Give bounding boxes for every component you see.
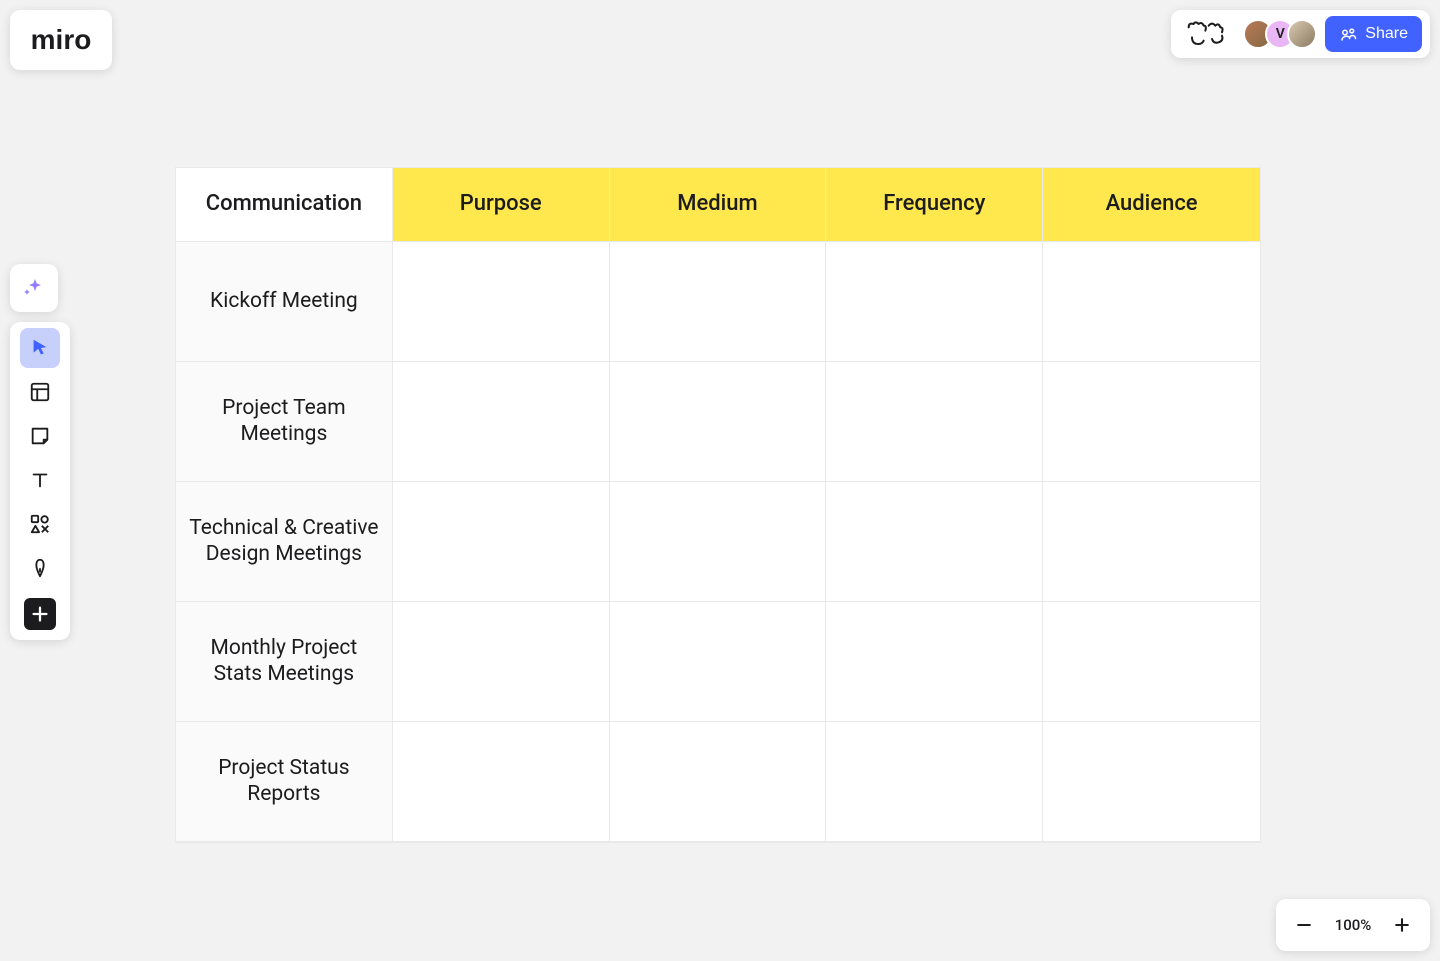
table-cell[interactable]	[1043, 242, 1260, 362]
table-row-label[interactable]: Project Status Reports	[176, 722, 393, 842]
table-cell[interactable]	[1043, 362, 1260, 482]
table-cell[interactable]	[1043, 722, 1260, 842]
table-cell[interactable]	[393, 242, 610, 362]
table-cell[interactable]	[610, 482, 827, 602]
sparkle-icon	[22, 276, 46, 300]
communication-table[interactable]: CommunicationPurposeMediumFrequencyAudie…	[176, 168, 1260, 842]
table-cell[interactable]	[826, 242, 1043, 362]
table-row-label[interactable]: Technical & Creative Design Meetings	[176, 482, 393, 602]
logo-text: miro	[31, 24, 92, 56]
toolbar	[10, 322, 70, 640]
pen-icon	[29, 557, 51, 579]
table-header-0[interactable]: Communication	[176, 168, 393, 242]
text-icon	[29, 469, 51, 491]
share-label: Share	[1365, 25, 1408, 43]
tool-more[interactable]	[24, 598, 56, 630]
table-cell[interactable]	[826, 722, 1043, 842]
avatar-3[interactable]	[1287, 19, 1317, 49]
cursor-icon	[29, 337, 51, 359]
shapes-icon	[29, 513, 51, 535]
table-header-4[interactable]: Audience	[1043, 168, 1260, 242]
table-cell[interactable]	[826, 482, 1043, 602]
sticky-icon	[29, 425, 51, 447]
reactions-button[interactable]	[1179, 16, 1235, 52]
share-button[interactable]: Share	[1325, 16, 1422, 52]
table-cell[interactable]	[610, 722, 827, 842]
table-cell[interactable]	[610, 362, 827, 482]
tool-shapes[interactable]	[20, 504, 60, 544]
table-row-label[interactable]: Kickoff Meeting	[176, 242, 393, 362]
table-header-2[interactable]: Medium	[610, 168, 827, 242]
table-cell[interactable]	[610, 242, 827, 362]
table-cell[interactable]	[393, 482, 610, 602]
template-icon	[29, 381, 51, 403]
table-cell[interactable]	[826, 602, 1043, 722]
zoom-level[interactable]: 100%	[1328, 916, 1378, 934]
zoom-out-button[interactable]	[1286, 907, 1322, 943]
tool-sticky[interactable]	[20, 416, 60, 456]
zoom-in-button[interactable]	[1384, 907, 1420, 943]
logo-card[interactable]: miro	[10, 10, 112, 70]
table-row-label[interactable]: Project Team Meetings	[176, 362, 393, 482]
zoom-controls: 100%	[1276, 899, 1430, 951]
plus-icon	[29, 603, 51, 625]
topright-panel: V Share	[1171, 10, 1430, 58]
table-cell[interactable]	[1043, 482, 1260, 602]
table-cell[interactable]	[826, 362, 1043, 482]
table-cell[interactable]	[393, 602, 610, 722]
share-icon	[1339, 25, 1357, 43]
table-cell[interactable]	[393, 362, 610, 482]
tool-pen[interactable]	[20, 548, 60, 588]
plus-icon	[1392, 915, 1412, 935]
tool-text[interactable]	[20, 460, 60, 500]
table-header-3[interactable]: Frequency	[826, 168, 1043, 242]
avatar-stack[interactable]: V	[1243, 19, 1317, 49]
ai-tool[interactable]	[10, 264, 58, 312]
table-cell[interactable]	[1043, 602, 1260, 722]
tool-select[interactable]	[20, 328, 60, 368]
tool-template[interactable]	[20, 372, 60, 412]
table-row-label[interactable]: Monthly Project Stats Meetings	[176, 602, 393, 722]
reactions-icon	[1183, 19, 1231, 49]
minus-icon	[1294, 915, 1314, 935]
table-cell[interactable]	[610, 602, 827, 722]
table-cell[interactable]	[393, 722, 610, 842]
table-header-1[interactable]: Purpose	[393, 168, 610, 242]
